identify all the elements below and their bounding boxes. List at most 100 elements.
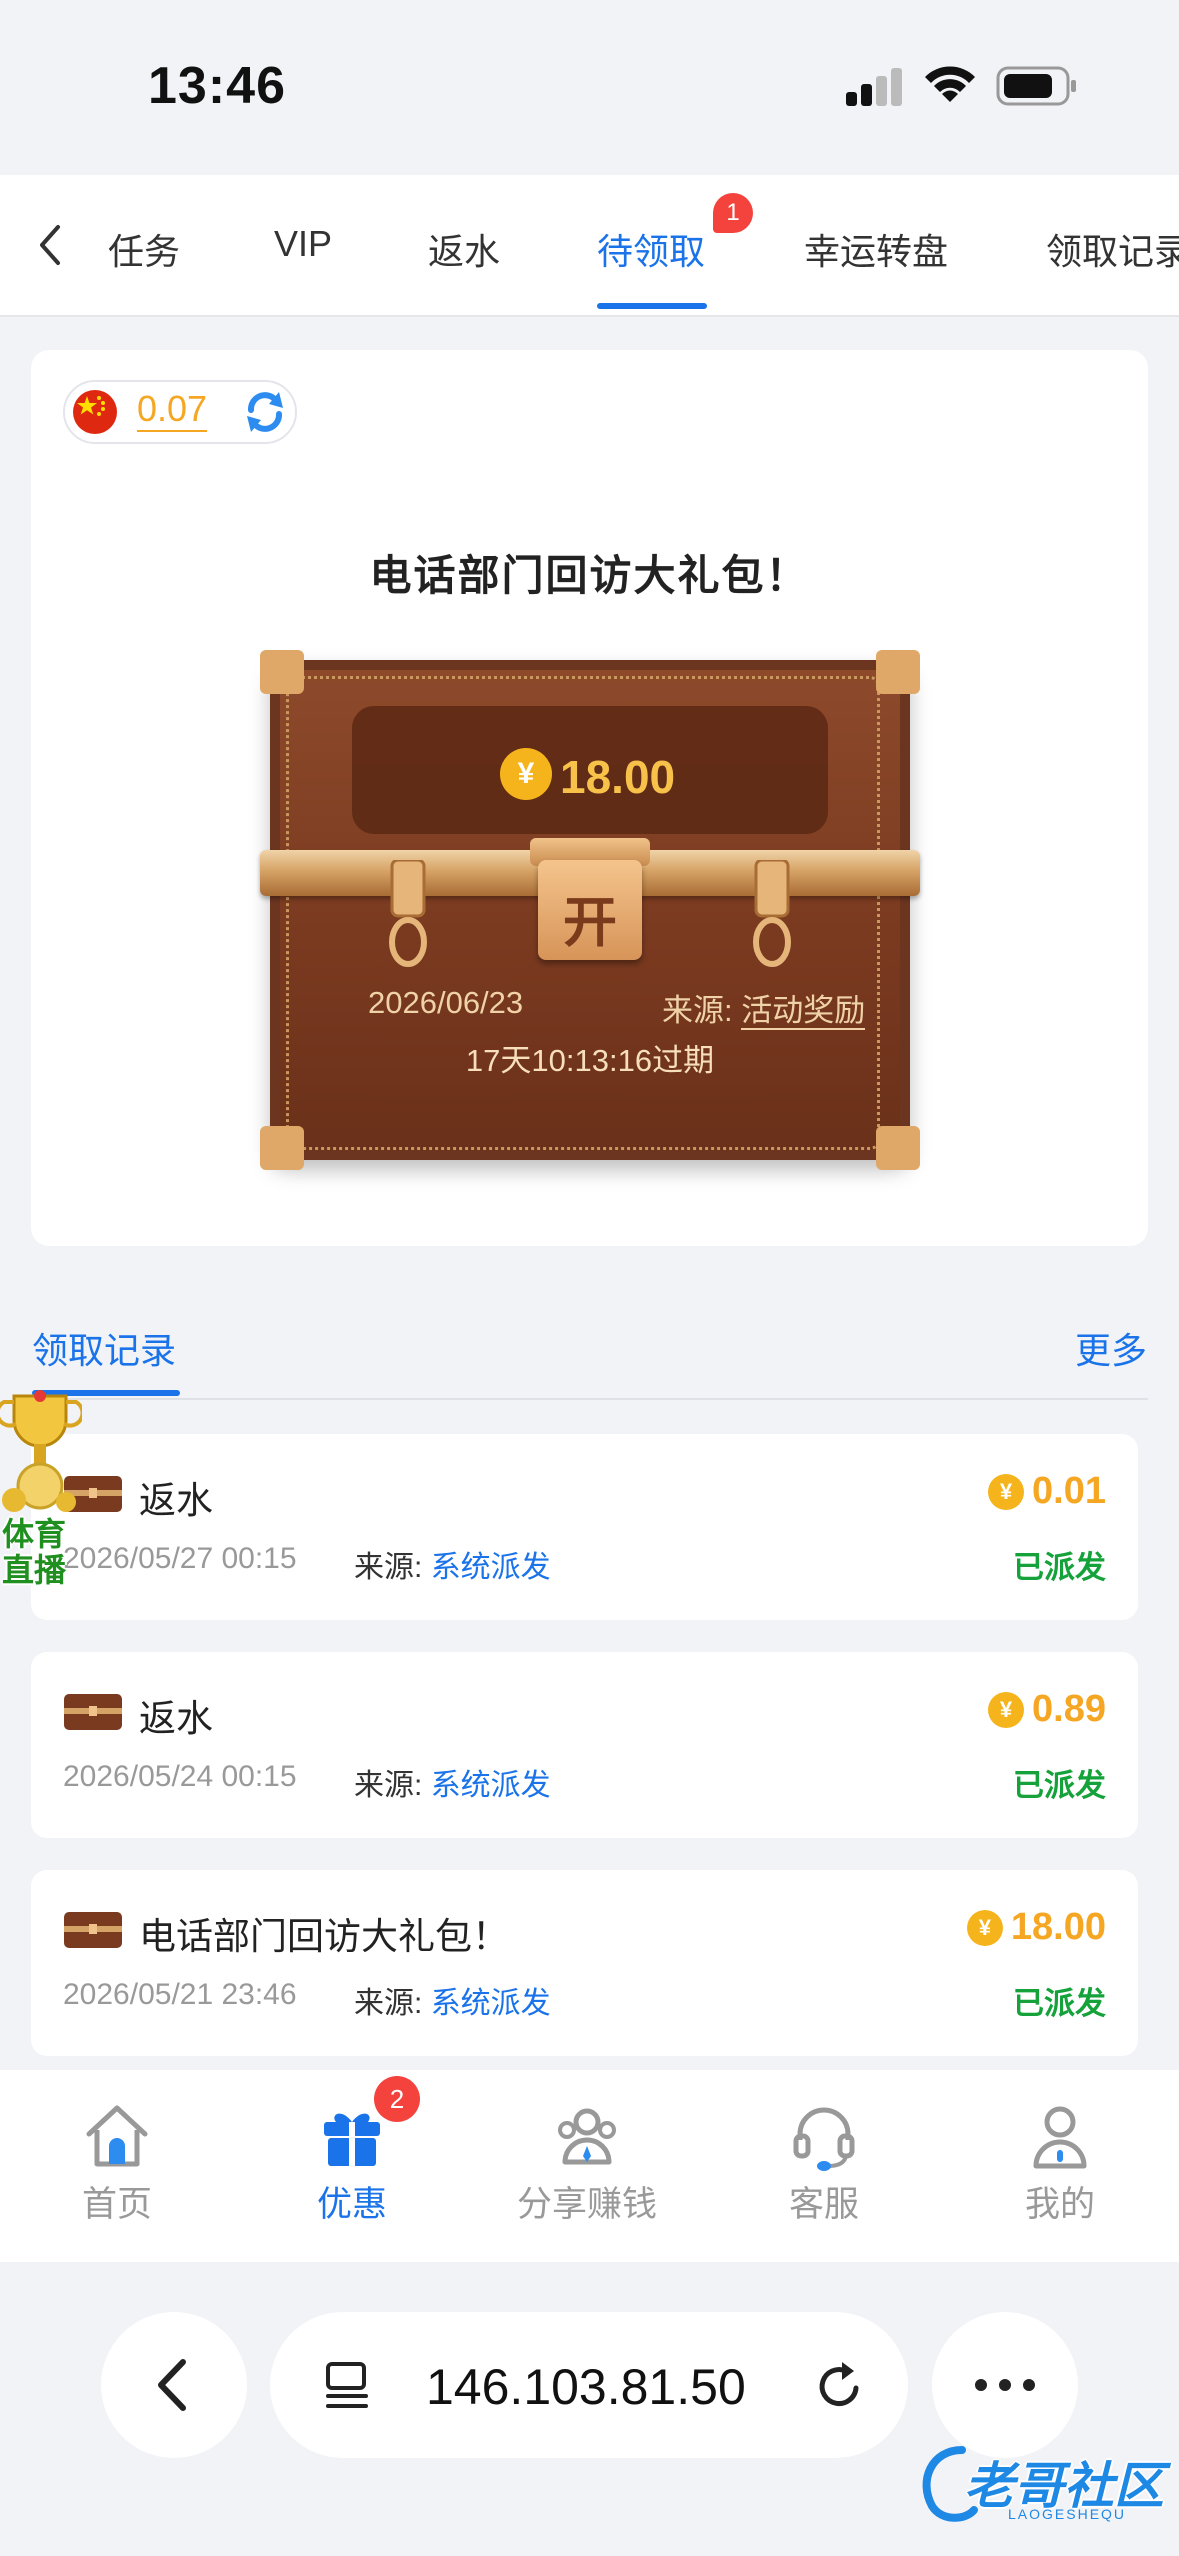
tab-lucky-wheel[interactable]: 幸运转盘	[804, 223, 948, 275]
record-item[interactable]: 返水 2026/05/27 00:15 来源: 系统派发 ¥0.01 已派发	[31, 1434, 1138, 1620]
chest-corner	[876, 650, 920, 694]
record-amount: 0.01	[1032, 1470, 1106, 1512]
record-item[interactable]: 电话部门回访大礼包！ 2026/05/21 23:46 来源: 系统派发 ¥18…	[31, 1870, 1138, 2056]
sports-live-label: 体育 直播	[2, 1516, 82, 1588]
record-amount: 0.89	[1032, 1688, 1106, 1730]
share-people-icon	[558, 2108, 616, 2165]
records-divider	[32, 1398, 1148, 1400]
balance-pill[interactable]: 0.07	[63, 380, 297, 444]
record-status: 已派发	[1013, 1768, 1106, 1803]
browser-back-button[interactable]	[101, 2312, 247, 2458]
headset-icon	[793, 2107, 855, 2171]
yuan-coin-icon: ¥	[988, 1692, 1025, 1728]
tab-vip[interactable]: VIP	[274, 223, 332, 265]
open-lock-button[interactable]: 开	[538, 860, 642, 960]
record-date: 2026/05/24 00:15	[63, 1760, 297, 1793]
user-icon	[1033, 2106, 1087, 2169]
record-amount-group: ¥0.89	[988, 1688, 1106, 1732]
battery-icon	[996, 66, 1076, 106]
chest-corner	[260, 650, 304, 694]
nav-share-earn-label: 分享赚钱	[516, 2185, 657, 2224]
status-bar: 13:46	[0, 0, 1179, 175]
bottom-navigation: 首页 优惠 2 分享赚钱 客服 我的	[0, 2070, 1179, 2262]
record-item[interactable]: 返水 2026/05/24 00:15 来源: 系统派发 ¥0.89 已派发	[31, 1652, 1138, 1838]
chest-corner	[876, 1126, 920, 1170]
balance-amount: 0.07	[137, 388, 208, 432]
yuan-coin-icon: ¥	[988, 1474, 1025, 1510]
trophy-icon	[0, 1390, 85, 1512]
nav-customer-service[interactable]: 客服	[734, 2100, 914, 2240]
sports-live-floating-button[interactable]: 体育 直播	[0, 1390, 85, 1590]
record-source-value: 系统派发	[430, 1987, 551, 2020]
chest-latch-icon	[753, 860, 791, 967]
tab-pending[interactable]: 待领取	[597, 223, 705, 275]
browser-more-button[interactable]	[932, 2312, 1078, 2458]
record-source-label: 来源:	[354, 1769, 423, 1802]
record-source: 来源: 系统派发	[354, 1978, 551, 2022]
gift-source: 来源: 活动奖励	[662, 985, 866, 1030]
pending-count-badge: 1	[713, 193, 753, 233]
nav-profile-label: 我的	[1024, 2185, 1095, 2224]
record-title: 返水	[139, 1698, 213, 1739]
cellular-signal-icon	[846, 66, 902, 106]
url-text: 146.103.81.50	[426, 2359, 746, 2415]
gift-card: 0.07 电话部门回访大礼包！ ¥ 18.00 开 2026/06/23 来源:…	[31, 350, 1148, 1246]
more-dots-icon	[975, 2379, 1035, 2391]
watermark-logo: 老哥社区 LAOGESHEQU	[912, 2440, 1172, 2540]
sports-live-label-line-2: 直播	[2, 1552, 67, 1588]
back-chevron-icon[interactable]	[30, 215, 70, 275]
chest-corner	[260, 1126, 304, 1170]
record-date: 2026/05/21 23:46	[63, 1978, 297, 2011]
tab-claim-records[interactable]: 领取记录	[1046, 223, 1179, 275]
chest-thumbnail-icon	[64, 1912, 122, 1948]
record-source-value: 系统派发	[430, 1551, 551, 1584]
tab-tasks[interactable]: 任务	[108, 223, 180, 275]
chest-latch-icon	[389, 860, 427, 967]
address-bar[interactable]: 146.103.81.50	[270, 2312, 908, 2458]
records-more-link[interactable]: 更多	[1075, 1322, 1147, 1374]
status-time: 13:46	[148, 57, 286, 115]
sports-live-label-line-1: 体育	[2, 1516, 67, 1552]
gift-title: 电话部门回访大礼包！	[369, 552, 810, 599]
reload-icon[interactable]	[810, 2356, 870, 2416]
category-tab-bar: 任务 VIP 返水 待领取 1 幸运转盘 领取记录	[0, 175, 1179, 317]
refresh-icon[interactable]	[241, 388, 289, 436]
treasure-chest[interactable]: ¥ 18.00 开 2026/06/23 来源: 活动奖励 17天10:13:1…	[260, 650, 920, 1170]
yuan-coin-icon: ¥	[966, 1910, 1003, 1946]
record-source-label: 来源:	[354, 1551, 423, 1584]
record-source-label: 来源:	[354, 1987, 423, 2020]
nav-share-earn[interactable]: 分享赚钱	[497, 2100, 677, 2240]
wifi-icon	[925, 66, 975, 102]
record-amount-group: ¥18.00	[966, 1906, 1106, 1950]
records-header: 领取记录 更多	[0, 1286, 1179, 1402]
yuan-coin-icon: ¥	[500, 748, 552, 800]
nav-promotions[interactable]: 优惠	[262, 2100, 442, 2240]
record-title: 返水	[139, 1480, 213, 1521]
nav-home[interactable]: 首页	[27, 2100, 207, 2240]
chest-amount: 18.00	[560, 751, 676, 803]
nav-customer-service-label: 客服	[788, 2185, 859, 2224]
promotions-count-badge: 2	[374, 2076, 420, 2122]
page-menu-icon[interactable]	[322, 2360, 378, 2410]
open-label: 开	[563, 893, 617, 953]
records-title[interactable]: 领取记录	[32, 1322, 176, 1374]
record-status: 已派发	[1013, 1986, 1106, 2021]
record-source-value: 系统派发	[430, 1769, 551, 1802]
tab-rebate[interactable]: 返水	[428, 223, 500, 275]
watermark-subtext: LAOGESHEQU	[1008, 2506, 1127, 2522]
record-date: 2026/05/27 00:15	[63, 1542, 297, 1575]
active-tab-indicator	[597, 303, 707, 309]
record-source: 来源: 系统派发	[354, 1760, 551, 1804]
chest-thumbnail-icon	[64, 1694, 122, 1730]
record-source: 来源: 系统派发	[354, 1542, 551, 1586]
gift-source-label: 来源:	[662, 993, 733, 1028]
nav-home-label: 首页	[81, 2185, 152, 2224]
record-title: 电话部门回访大礼包！	[139, 1916, 509, 1957]
gift-date: 2026/06/23	[368, 985, 524, 1020]
back-chevron-icon	[158, 2359, 186, 2411]
nav-promotions-label: 优惠	[316, 2185, 387, 2224]
home-icon	[86, 2105, 148, 2167]
nav-profile[interactable]: 我的	[970, 2100, 1150, 2240]
china-flag-icon	[73, 390, 117, 434]
record-amount: 18.00	[1010, 1906, 1106, 1948]
